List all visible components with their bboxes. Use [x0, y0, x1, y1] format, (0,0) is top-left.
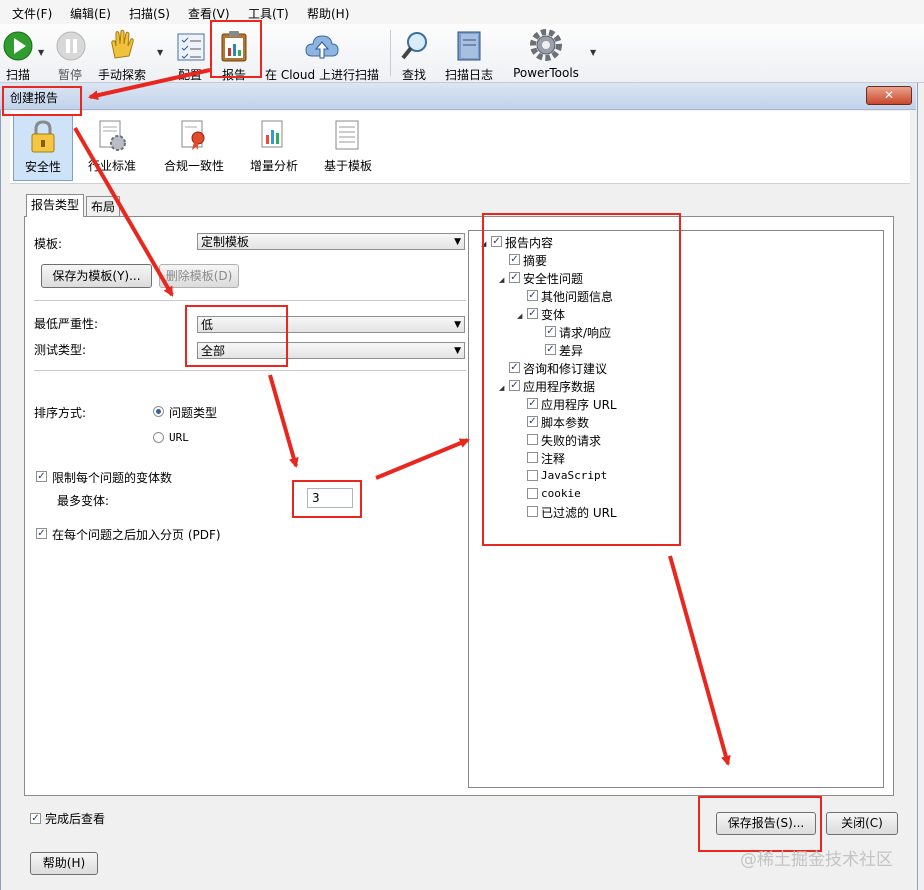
arrow-tree-to-save: [668, 555, 731, 766]
watermark: @稀土掘金技术社区: [740, 850, 893, 870]
tab-report-type[interactable]: 报告类型: [26, 194, 85, 217]
arrow-severity-to-variants: [268, 374, 299, 468]
arrow-report-to-dialog: [88, 68, 211, 101]
annotation-arrows: [73, 68, 731, 766]
arrow-variants-to-tree: [375, 438, 470, 480]
arrow-title-to-severity: [73, 126, 174, 297]
